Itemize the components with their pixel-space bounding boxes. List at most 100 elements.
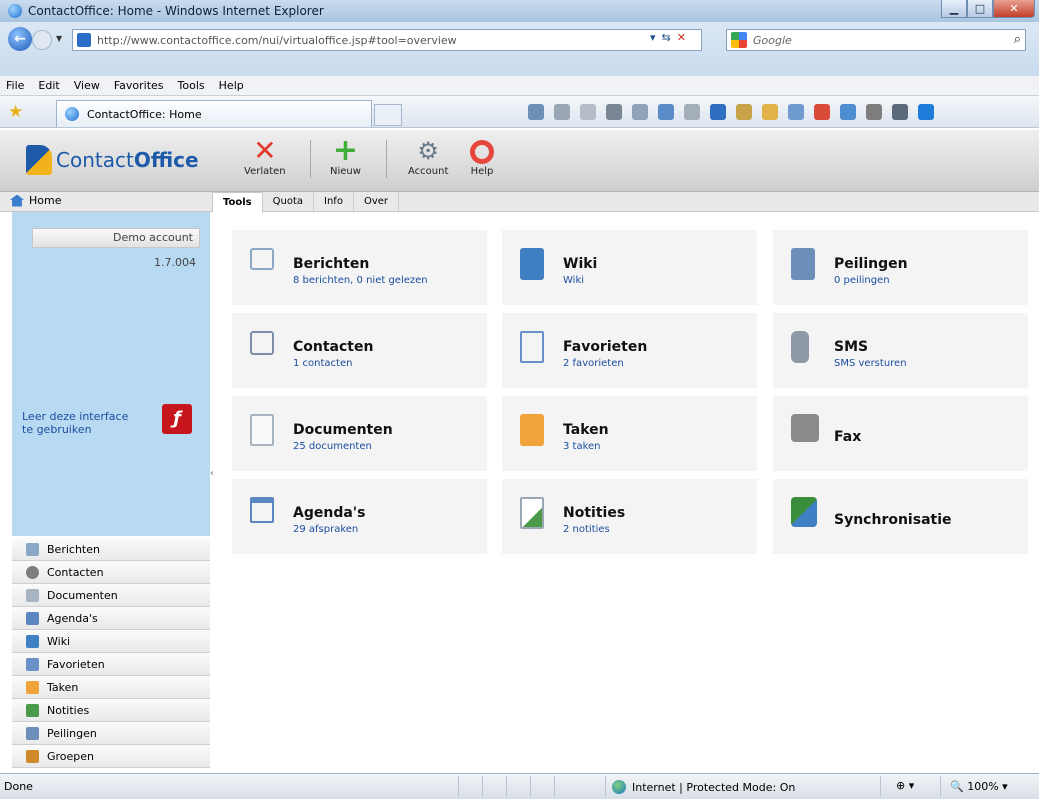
address-field[interactable]: http://www.contactoffice.com/nui/virtual… — [72, 29, 702, 51]
sidebar-item-taken[interactable]: Taken — [12, 676, 210, 699]
tool-taken[interactable]: Taken 3 taken — [502, 396, 757, 471]
tool-berichten[interactable]: Berichten 8 berichten, 0 niet gelezen — [232, 230, 487, 305]
bookmark-icon — [520, 331, 544, 363]
zoom-control[interactable]: 🔍 100% ▾ — [950, 780, 1008, 793]
tool-subtitle[interactable]: SMS versturen — [834, 358, 907, 369]
refresh-icon[interactable]: ⇆ — [662, 31, 671, 44]
account-button[interactable]: ⚙ Account — [408, 138, 448, 177]
tool-title: Berichten — [293, 256, 370, 272]
back-button[interactable]: ← — [8, 27, 32, 51]
sidebar-item-label: Peilingen — [47, 726, 97, 740]
addon-icon[interactable] — [918, 104, 934, 120]
calendar-icon — [250, 497, 274, 523]
module-list: Berichten Contacten Documenten Agenda's … — [12, 538, 210, 768]
sidebar-collapse-handle[interactable]: ‹ — [210, 468, 214, 479]
maximize-button[interactable]: □ — [967, 0, 993, 18]
addon-icon[interactable] — [788, 104, 804, 120]
addon-icon[interactable] — [762, 104, 778, 120]
tool-favorieten[interactable]: Favorieten 2 favorieten — [502, 313, 757, 388]
close-window-button[interactable]: ✕ — [993, 0, 1035, 18]
logout-button[interactable]: ✕ Verlaten — [244, 137, 286, 178]
sidebar-item-favorieten[interactable]: Favorieten — [12, 653, 210, 676]
stop-icon[interactable]: ✕ — [677, 31, 686, 44]
help-button[interactable]: Help — [470, 138, 494, 177]
help-icon[interactable] — [710, 104, 726, 120]
flash-icon[interactable]: ƒ — [162, 404, 192, 434]
tool-documenten[interactable]: Documenten 25 documenten — [232, 396, 487, 471]
new-button[interactable]: + Nieuw — [330, 136, 361, 178]
tool-fax[interactable]: Fax — [773, 396, 1028, 471]
search-icon[interactable]: ⌕ — [1014, 32, 1021, 47]
tool-subtitle[interactable]: 2 notities — [563, 524, 610, 535]
menu-file[interactable]: File — [6, 79, 24, 92]
learn-interface-link[interactable]: Leer deze interface te gebruiken — [22, 410, 132, 436]
tab-over[interactable]: Over — [354, 192, 400, 213]
tool-notities[interactable]: Notities 2 notities — [502, 479, 757, 554]
envelope-icon — [26, 542, 39, 556]
tool-title: Wiki — [563, 256, 598, 272]
tool-subtitle[interactable]: 25 documenten — [293, 441, 372, 452]
tool-subtitle[interactable]: 1 contacten — [293, 358, 352, 369]
minimize-button[interactable]: ▁ — [941, 0, 967, 18]
mail-icon[interactable] — [580, 104, 596, 120]
addon-icon[interactable] — [892, 104, 908, 120]
tab-quota[interactable]: Quota — [263, 192, 315, 213]
home-icon[interactable] — [528, 104, 544, 120]
page-menu-icon[interactable] — [632, 104, 648, 120]
fax-icon — [791, 414, 819, 442]
tool-sms[interactable]: SMS SMS versturen — [773, 313, 1028, 388]
address-dropdown-icon[interactable]: ▾ — [650, 31, 656, 44]
tool-subtitle[interactable]: 0 peilingen — [834, 275, 890, 286]
addon-icon[interactable] — [814, 104, 830, 120]
tool-wiki[interactable]: Wiki Wiki — [502, 230, 757, 305]
logo-mark-icon — [26, 145, 52, 175]
account-name[interactable]: Demo account — [32, 228, 200, 248]
sidebar-item-wiki[interactable]: Wiki — [12, 630, 210, 653]
home-link[interactable]: Home — [10, 194, 61, 207]
feeds-icon[interactable] — [554, 104, 570, 120]
sidebar-item-notities[interactable]: Notities — [12, 699, 210, 722]
protected-mode-icon[interactable]: ⊕ ▾ — [896, 779, 914, 792]
browser-tab[interactable]: ContactOffice: Home — [56, 100, 372, 127]
menu-edit[interactable]: Edit — [38, 79, 59, 92]
page-icon — [77, 33, 91, 47]
new-tab-button[interactable] — [374, 104, 402, 126]
sidebar-item-berichten[interactable]: Berichten — [12, 538, 210, 561]
tool-subtitle[interactable]: 3 taken — [563, 441, 601, 452]
sidebar-item-documenten[interactable]: Documenten — [12, 584, 210, 607]
menu-favorites[interactable]: Favorites — [114, 79, 164, 92]
poll-icon — [791, 248, 815, 280]
tool-subtitle[interactable]: Wiki — [563, 275, 584, 286]
spellcheck-icon[interactable] — [736, 104, 752, 120]
tool-contacten[interactable]: Contacten 1 contacten — [232, 313, 487, 388]
sidebar-item-contacten[interactable]: Contacten — [12, 561, 210, 584]
contactoffice-logo[interactable]: Contact Office — [26, 145, 199, 175]
print-icon[interactable] — [606, 104, 622, 120]
sidebar-item-groepen[interactable]: Groepen — [12, 745, 210, 768]
sidebar-item-peilingen[interactable]: Peilingen — [12, 722, 210, 745]
menu-view[interactable]: View — [74, 79, 100, 92]
favorites-star-icon[interactable]: ★ — [8, 102, 23, 122]
forward-button[interactable] — [32, 30, 52, 50]
tool-synchronisatie[interactable]: Synchronisatie — [773, 479, 1028, 554]
tab-info[interactable]: Info — [314, 192, 354, 213]
tool-subtitle[interactable]: 8 berichten, 0 niet gelezen — [293, 275, 428, 286]
envelope-icon — [250, 248, 274, 270]
tools-gear-icon[interactable] — [684, 104, 700, 120]
sidebar-item-agendas[interactable]: Agenda's — [12, 607, 210, 630]
search-field[interactable]: Google ⌕ — [726, 29, 1026, 51]
tool-peilingen[interactable]: Peilingen 0 peilingen — [773, 230, 1028, 305]
security-zone[interactable]: Internet | Protected Mode: On — [612, 780, 795, 794]
addon-icon[interactable] — [866, 104, 882, 120]
tab-tools[interactable]: Tools — [212, 192, 263, 213]
menu-tools[interactable]: Tools — [178, 79, 205, 92]
tool-agendas[interactable]: Agenda's 29 afspraken — [232, 479, 487, 554]
safety-icon[interactable] — [658, 104, 674, 120]
tool-subtitle[interactable]: 2 favorieten — [563, 358, 624, 369]
home-label: Home — [29, 194, 62, 207]
tool-subtitle[interactable]: 29 afspraken — [293, 524, 358, 535]
menu-help[interactable]: Help — [219, 79, 244, 92]
contact-card-icon — [250, 331, 274, 355]
recent-pages-dropdown[interactable]: ▼ — [56, 34, 62, 43]
addon-icon[interactable] — [840, 104, 856, 120]
